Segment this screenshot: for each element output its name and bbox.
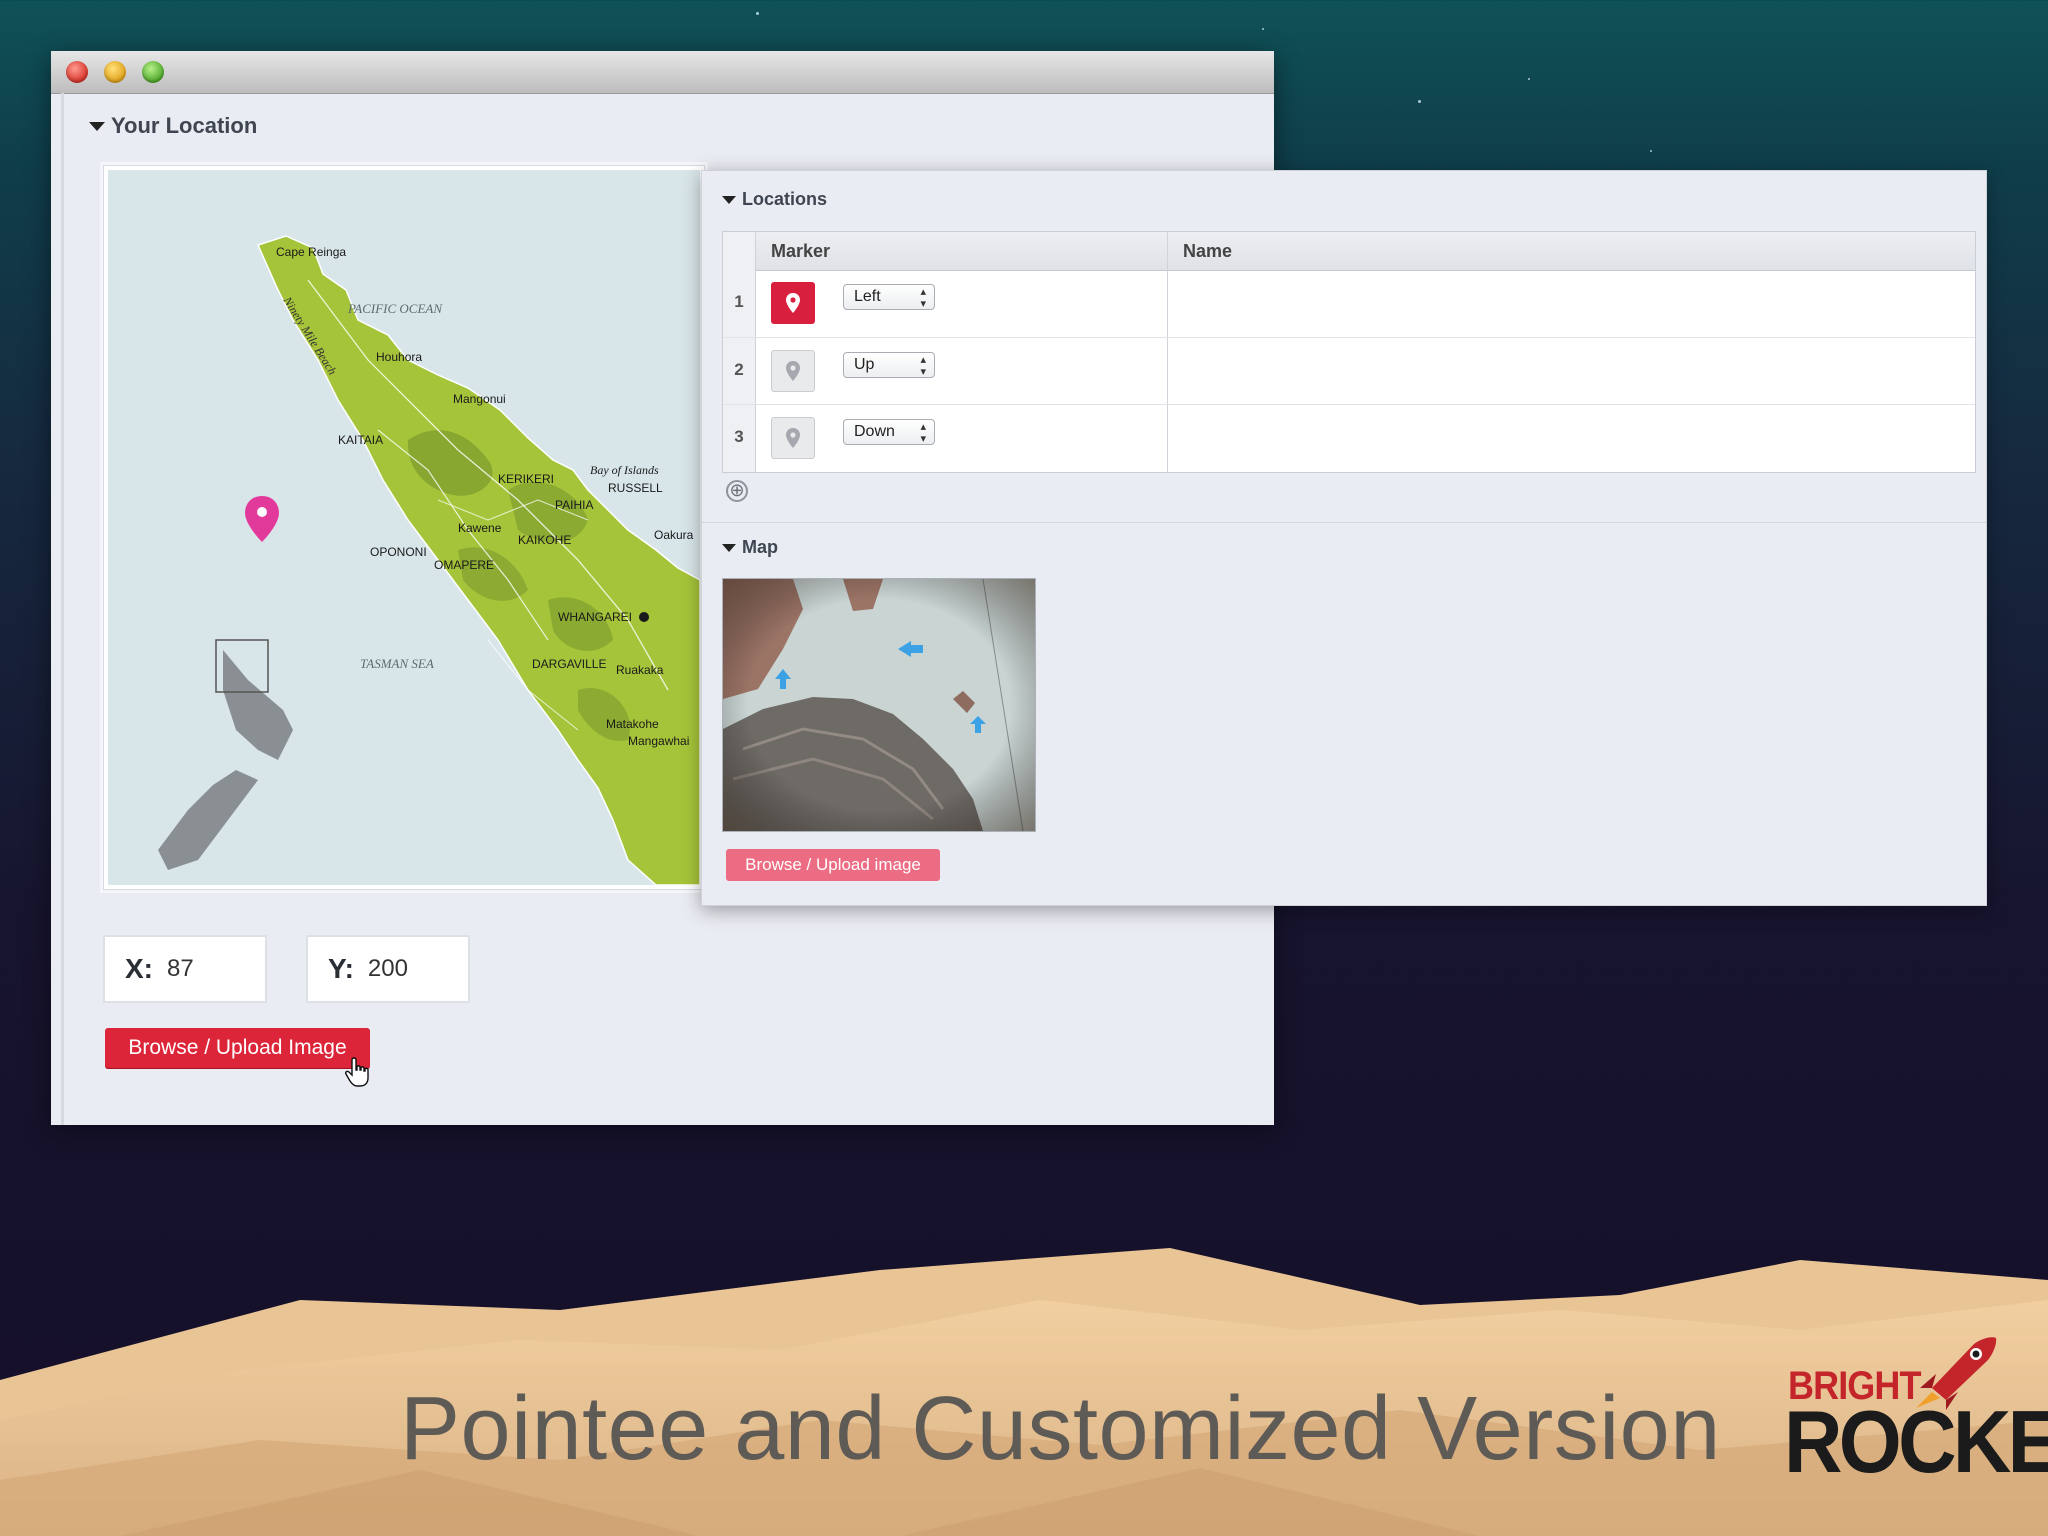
table-row[interactable]: 3 Down ▴ ▾ xyxy=(723,404,1975,472)
your-location-title: Your Location xyxy=(111,113,258,138)
map-pin-icon xyxy=(786,293,800,313)
direction-value: Down xyxy=(854,423,895,440)
map-label: PAIHIA xyxy=(555,498,593,512)
map-thumbnail[interactable] xyxy=(722,578,1036,832)
map-label: OMAPERE xyxy=(434,558,494,572)
map-label: WHANGAREI xyxy=(558,610,632,624)
map-label: Matakohe xyxy=(606,717,659,731)
locations-header[interactable]: Locations xyxy=(722,189,827,210)
disclosure-triangle-icon[interactable] xyxy=(722,195,736,204)
chevron-updown-icon: ▴ ▾ xyxy=(920,421,926,445)
map-label: DARGAVILLE xyxy=(532,657,606,671)
y-coordinate-field[interactable]: Y: 200 xyxy=(306,935,470,1003)
map-pin-icon xyxy=(786,428,800,448)
your-location-header[interactable]: Your Location xyxy=(89,113,257,139)
column-header-name[interactable]: Name xyxy=(1183,232,1232,270)
table-row[interactable]: 1 Left ▴ ▾ xyxy=(723,270,1975,337)
bay-map-image xyxy=(723,579,1035,831)
bright-rocket-logo: BRIGHT ROCKET xyxy=(1784,1330,2048,1490)
map-header[interactable]: Map xyxy=(722,537,778,558)
row-index: 2 xyxy=(734,360,744,379)
hand-cursor-icon xyxy=(345,1057,369,1087)
location-map[interactable]: Cape Reinga PACIFIC OCEAN Ninety Mile Be… xyxy=(108,170,700,885)
section-divider xyxy=(702,522,1986,523)
northland-map: Cape Reinga PACIFIC OCEAN Ninety Mile Be… xyxy=(108,170,700,885)
locations-panel: Locations Marker Name 1 Left ▴ ▾ 2 Up ▴ … xyxy=(701,170,1987,906)
map-label: KAITAIA xyxy=(338,433,383,447)
map-title: Map xyxy=(742,537,778,557)
y-label: Y: xyxy=(328,953,354,984)
map-label: KERIKERI xyxy=(498,472,554,486)
add-circle-icon[interactable]: ⊕ xyxy=(726,480,748,502)
map-label: Mangonui xyxy=(453,392,506,406)
marker-button[interactable] xyxy=(771,417,815,459)
close-window-button[interactable] xyxy=(66,61,88,83)
map-label: Cape Reinga xyxy=(276,245,346,259)
direction-value: Up xyxy=(854,356,875,373)
map-pin-icon xyxy=(786,361,800,381)
map-label: Ruakaka xyxy=(616,663,664,677)
browse-upload-image-button[interactable]: Browse / Upload Image xyxy=(105,1028,370,1068)
x-coordinate-field[interactable]: X: 87 xyxy=(103,935,267,1003)
location-map-frame: Cape Reinga PACIFIC OCEAN Ninety Mile Be… xyxy=(103,165,705,890)
map-label: TASMAN SEA xyxy=(360,656,434,671)
row-index: 1 xyxy=(734,292,744,311)
locations-table: Marker Name 1 Left ▴ ▾ 2 Up ▴ ▾ 3 Down ▴… xyxy=(722,231,1976,473)
city-dot xyxy=(639,612,649,622)
map-label: Oakura xyxy=(654,528,694,542)
direction-select[interactable]: Up ▴ ▾ xyxy=(843,352,935,378)
map-label: Bay of Islands xyxy=(590,463,659,477)
map-label: PACIFIC OCEAN xyxy=(347,301,443,316)
table-row[interactable]: 2 Up ▴ ▾ xyxy=(723,337,1975,405)
map-label: KAIKOHE xyxy=(518,533,571,547)
chevron-updown-icon: ▴ ▾ xyxy=(920,286,926,310)
map-label: OPONONI xyxy=(370,545,427,559)
map-label: RUSSELL xyxy=(608,481,663,495)
minimize-window-button[interactable] xyxy=(104,61,126,83)
disclosure-triangle-icon[interactable] xyxy=(89,121,105,131)
map-label: Houhora xyxy=(376,350,422,364)
x-value[interactable]: 87 xyxy=(167,955,194,983)
direction-select[interactable]: Left ▴ ▾ xyxy=(843,284,935,310)
row-index: 3 xyxy=(734,427,744,446)
logo-bottom-text: ROCKET xyxy=(1784,1392,2048,1491)
chevron-updown-icon: ▴ ▾ xyxy=(920,354,926,378)
x-label: X: xyxy=(125,953,153,984)
map-label: Kawene xyxy=(458,521,502,535)
rocket-icon xyxy=(1916,1337,1997,1410)
marker-button[interactable] xyxy=(771,282,815,324)
zoom-window-button[interactable] xyxy=(142,61,164,83)
direction-value: Left xyxy=(854,288,881,305)
table-header: Marker Name xyxy=(723,232,1975,271)
direction-select[interactable]: Down ▴ ▾ xyxy=(843,419,935,445)
window-titlebar[interactable] xyxy=(51,51,1274,94)
marker-button[interactable] xyxy=(771,350,815,392)
y-value[interactable]: 200 xyxy=(368,955,408,983)
column-header-marker[interactable]: Marker xyxy=(771,232,830,270)
disclosure-triangle-icon[interactable] xyxy=(722,543,736,552)
slide-title: Pointee and Customized Version xyxy=(400,1379,1721,1479)
locations-title: Locations xyxy=(742,189,828,209)
browse-upload-image-button[interactable]: Browse / Upload image xyxy=(726,849,940,881)
left-rule xyxy=(61,93,64,1125)
map-label: Mangawhai xyxy=(628,734,689,748)
